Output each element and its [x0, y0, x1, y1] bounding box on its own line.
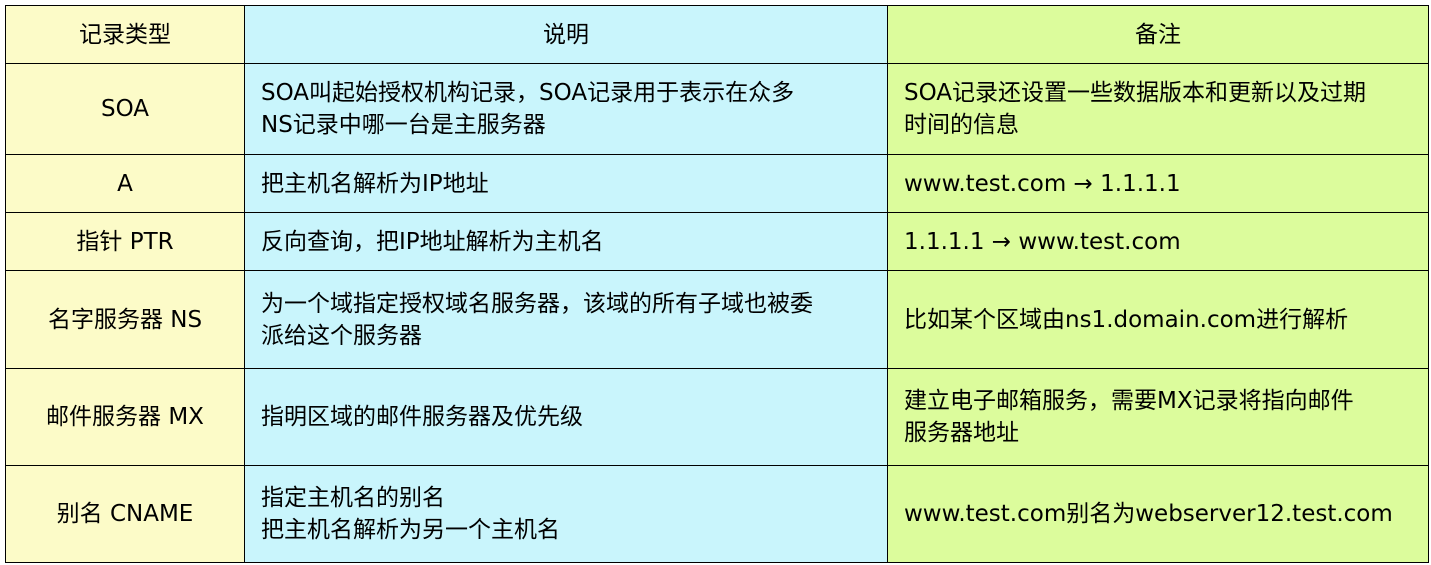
description-cell: 反向查询，把IP地址解析为主机名 [244, 212, 888, 271]
description-cell: 指定主机名的别名 把主机名解析为另一个主机名 [244, 465, 888, 563]
description-cell: 指明区域的邮件服务器及优先级 [244, 368, 888, 466]
remarks-line: 时间的信息 [904, 112, 1019, 138]
header-record-type: 记录类型 [5, 5, 245, 64]
remarks-line: 1.1.1.1 → www.test.com [904, 228, 1181, 255]
description-line: 指明区域的邮件服务器及优先级 [261, 404, 583, 430]
remarks-line: 建立电子邮箱服务，需要MX记录将指向邮件 [904, 388, 1354, 414]
remarks-line: www.test.com → 1.1.1.1 [904, 170, 1181, 197]
description-line: 把主机名解析为另一个主机名 [261, 517, 560, 543]
record-type-cell: 邮件服务器 MX [5, 368, 245, 466]
remarks-line: SOA记录还设置一些数据版本和更新以及过期 [904, 80, 1367, 106]
remarks-cell: 比如某个区域由ns1.domain.com进行解析 [887, 270, 1429, 369]
table-row-ns: 名字服务器 NS 为一个域指定授权域名服务器，该域的所有子域也被委 派给这个服务… [5, 270, 1429, 369]
table-header-row: 记录类型 说明 备注 [5, 5, 1429, 64]
description-line: 把主机名解析为IP地址 [261, 170, 489, 197]
description-line: 为一个域指定授权域名服务器，该域的所有子域也被委 [261, 290, 813, 317]
header-remarks: 备注 [887, 5, 1429, 64]
remarks-cell: www.test.com别名为webserver12.test.com [887, 465, 1429, 563]
description-line: 指定主机名的别名 [261, 485, 445, 511]
remarks-line: 服务器地址 [904, 420, 1019, 446]
record-type-cell: 别名 CNAME [5, 465, 245, 563]
table-row-soa: SOA SOA叫起始授权机构记录，SOA记录用于表示在众多 NS记录中哪一台是主… [5, 63, 1429, 155]
record-type-cell: 名字服务器 NS [5, 270, 245, 369]
header-description: 说明 [244, 5, 888, 64]
table-row-a: A 把主机名解析为IP地址 www.test.com → 1.1.1.1 [5, 154, 1429, 213]
description-cell: 把主机名解析为IP地址 [244, 154, 888, 213]
remarks-line: 比如某个区域由ns1.domain.com进行解析 [904, 306, 1349, 333]
description-line: SOA叫起始授权机构记录，SOA记录用于表示在众多 [261, 80, 795, 106]
record-type-cell: A [5, 154, 245, 213]
table-row-ptr: 指针 PTR 反向查询，把IP地址解析为主机名 1.1.1.1 → www.te… [5, 212, 1429, 271]
record-type-cell: SOA [5, 63, 245, 155]
remarks-line: www.test.com别名为webserver12.test.com [904, 501, 1393, 527]
dns-record-table: 记录类型 说明 备注 SOA SOA叫起始授权机构记录，SOA记录用于表示在众多… [5, 5, 1429, 563]
table-row-cname: 别名 CNAME 指定主机名的别名 把主机名解析为另一个主机名 www.test… [5, 465, 1429, 563]
description-line: 派给这个服务器 [261, 322, 422, 349]
remarks-cell: 1.1.1.1 → www.test.com [887, 212, 1429, 271]
table-row-mx: 邮件服务器 MX 指明区域的邮件服务器及优先级 建立电子邮箱服务，需要MX记录将… [5, 368, 1429, 466]
description-cell: SOA叫起始授权机构记录，SOA记录用于表示在众多 NS记录中哪一台是主服务器 [244, 63, 888, 155]
description-line: 反向查询，把IP地址解析为主机名 [261, 228, 604, 255]
description-cell: 为一个域指定授权域名服务器，该域的所有子域也被委 派给这个服务器 [244, 270, 888, 369]
remarks-cell: SOA记录还设置一些数据版本和更新以及过期 时间的信息 [887, 63, 1429, 155]
description-line: NS记录中哪一台是主服务器 [261, 112, 546, 138]
remarks-cell: 建立电子邮箱服务，需要MX记录将指向邮件 服务器地址 [887, 368, 1429, 466]
record-type-cell: 指针 PTR [5, 212, 245, 271]
remarks-cell: www.test.com → 1.1.1.1 [887, 154, 1429, 213]
